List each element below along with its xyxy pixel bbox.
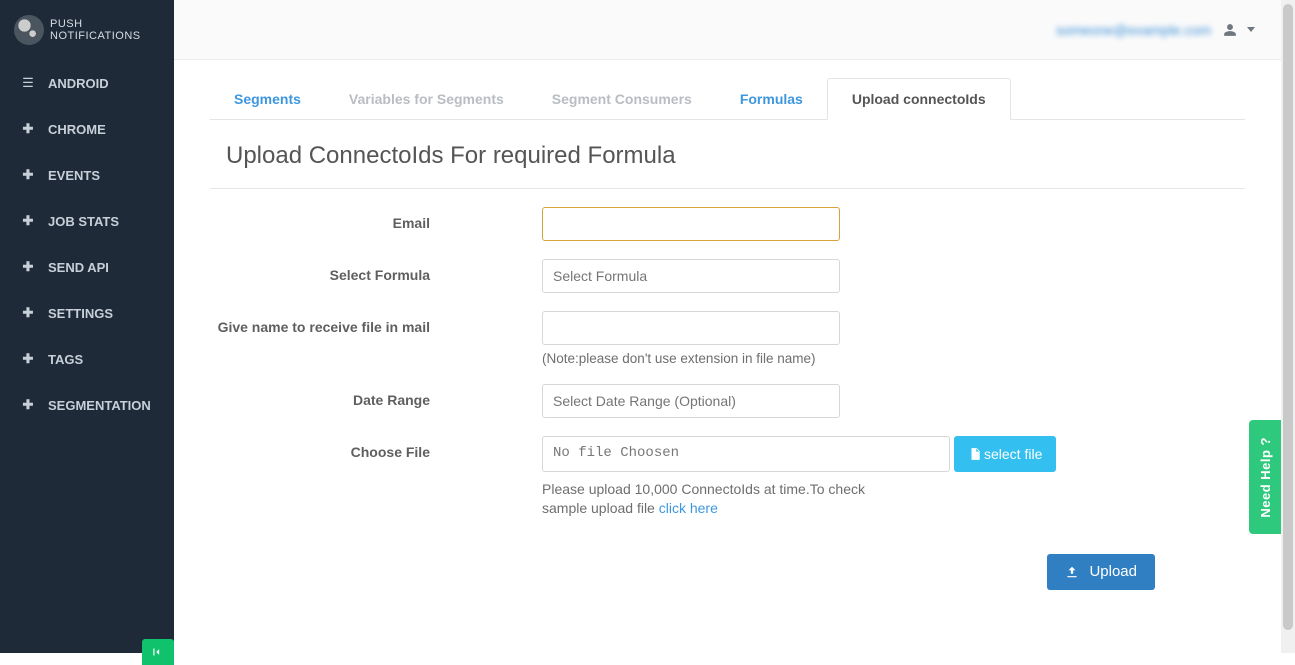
row-filename: Give name to receive file in mail (Note:…: [210, 311, 1245, 366]
filename-note: (Note:please don't use extension in file…: [542, 351, 1062, 366]
brand-icon: [14, 15, 44, 45]
sidebar-item-label: SEND API: [48, 260, 109, 275]
label-date-range: Date Range: [210, 384, 430, 408]
label-email: Email: [210, 207, 430, 231]
tab-label: Variables for Segments: [349, 91, 504, 107]
tab-label: Segment Consumers: [552, 91, 692, 107]
sidebar-item-label: SETTINGS: [48, 306, 113, 321]
date-range-input[interactable]: [542, 384, 840, 418]
plus-icon: ✚: [20, 305, 36, 321]
sidebar-item-label: TAGS: [48, 352, 83, 367]
list-icon: ☰: [20, 75, 36, 91]
row-email: Email: [210, 207, 1245, 241]
topbar: someone@example.com: [174, 0, 1281, 60]
brand: PUSH NOTIFICATIONS: [0, 0, 174, 60]
file-icon: [968, 447, 982, 461]
sidebar-item-settings[interactable]: ✚ SETTINGS: [0, 290, 174, 336]
sidebar-item-label: SEGMENTATION: [48, 398, 151, 413]
sidebar-item-send-api[interactable]: ✚ SEND API: [0, 244, 174, 290]
need-help-tab[interactable]: Need Help ?: [1249, 420, 1281, 534]
plus-icon: ✚: [20, 397, 36, 413]
filename-input[interactable]: [542, 311, 840, 345]
upload-button-label: Upload: [1089, 563, 1137, 580]
caret-down-icon[interactable]: [1247, 27, 1255, 32]
upload-form: Email Select Formula Give name to receiv…: [210, 207, 1245, 590]
section-title: Upload ConnectoIds For required Formula: [226, 142, 1245, 170]
tab-label: Formulas: [740, 91, 803, 107]
tab-label: Segments: [234, 91, 301, 107]
plus-icon: ✚: [20, 213, 36, 229]
row-date-range: Date Range: [210, 384, 1245, 418]
plus-icon: ✚: [20, 121, 36, 137]
form-actions: Upload: [210, 554, 1245, 590]
email-input[interactable]: [542, 207, 840, 241]
page-scrollbar[interactable]: [1281, 0, 1295, 653]
sidebar-item-job-stats[interactable]: ✚ JOB STATS: [0, 198, 174, 244]
tab-variables-for-segments[interactable]: Variables for Segments: [325, 78, 528, 119]
arrow-left-icon: [151, 645, 165, 659]
brand-title: PUSH NOTIFICATIONS: [50, 18, 174, 42]
row-select-formula: Select Formula: [210, 259, 1245, 293]
tab-upload-connectoids[interactable]: Upload connectoIds: [827, 78, 1011, 120]
scrollbar-thumb[interactable]: [1283, 4, 1293, 630]
formula-select[interactable]: [542, 259, 840, 293]
label-select-formula: Select Formula: [210, 259, 430, 283]
row-choose-file: Choose File No file Choosen select file …: [210, 436, 1245, 518]
sidebar-item-label: ANDROID: [48, 76, 109, 91]
sidebar-collapse-button[interactable]: [142, 639, 174, 665]
tab-formulas[interactable]: Formulas: [716, 78, 827, 119]
sidebar-item-segmentation[interactable]: ✚ SEGMENTATION: [0, 382, 174, 428]
upload-button[interactable]: Upload: [1047, 554, 1155, 590]
sidebar-item-label: CHROME: [48, 122, 106, 137]
tab-segment-consumers[interactable]: Segment Consumers: [528, 78, 716, 119]
select-file-button-label: select file: [984, 446, 1042, 462]
user-email[interactable]: someone@example.com: [1056, 22, 1211, 38]
sidebar-item-label: EVENTS: [48, 168, 100, 183]
plus-icon: ✚: [20, 259, 36, 275]
main: Segments Variables for Segments Segment …: [174, 60, 1281, 653]
select-file-button[interactable]: select file: [954, 436, 1056, 472]
sidebar-item-label: JOB STATS: [48, 214, 119, 229]
tab-label: Upload connectoIds: [852, 91, 986, 107]
sidebar-nav: ☰ ANDROID ✚ CHROME ✚ EVENTS ✚ JOB STATS …: [0, 60, 174, 428]
need-help-label: Need Help ?: [1258, 437, 1273, 518]
label-choose-file: Choose File: [210, 436, 430, 460]
plus-icon: ✚: [20, 167, 36, 183]
plus-icon: ✚: [20, 351, 36, 367]
sidebar-item-android[interactable]: ☰ ANDROID: [0, 60, 174, 106]
segmentation-card: Segments Variables for Segments Segment …: [210, 78, 1245, 653]
sidebar: PUSH NOTIFICATIONS ☰ ANDROID ✚ CHROME ✚ …: [0, 0, 174, 653]
tab-segments[interactable]: Segments: [210, 78, 325, 119]
file-help-text: Please upload 10,000 ConnectoIds at time…: [542, 480, 902, 518]
sidebar-item-events[interactable]: ✚ EVENTS: [0, 152, 174, 198]
sidebar-item-tags[interactable]: ✚ TAGS: [0, 336, 174, 382]
file-path-display: No file Choosen: [542, 436, 950, 472]
sidebar-item-chrome[interactable]: ✚ CHROME: [0, 106, 174, 152]
tabs: Segments Variables for Segments Segment …: [210, 78, 1245, 120]
sample-file-link[interactable]: click here: [659, 500, 718, 516]
label-filename: Give name to receive file in mail: [210, 311, 430, 335]
user-icon[interactable]: [1223, 23, 1237, 37]
upload-icon: [1065, 565, 1079, 579]
divider: [210, 188, 1245, 189]
